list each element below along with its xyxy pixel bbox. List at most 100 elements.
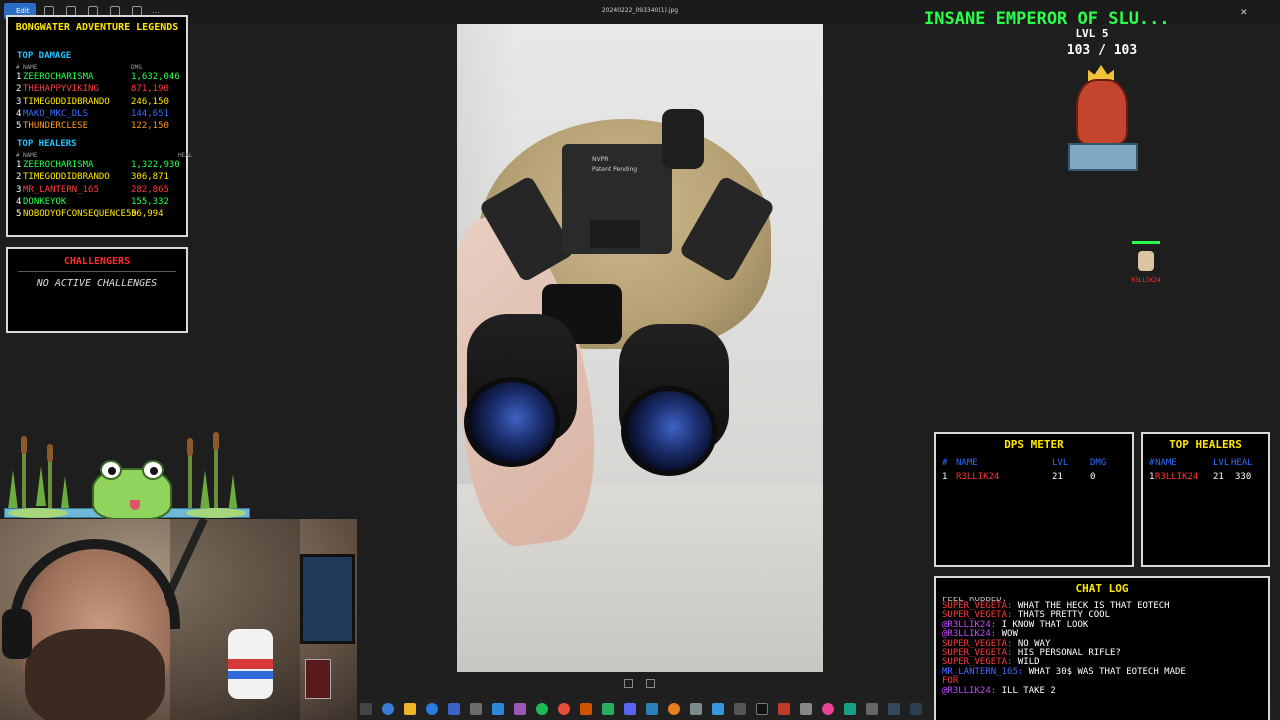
damage-row: 3 TIMEGODDIDBRANDO 246,150 — [16, 97, 256, 107]
damage-rank: 4 — [16, 108, 22, 119]
healers-col-name: NAME — [1155, 458, 1177, 468]
damage-value: 246,150 — [131, 96, 169, 107]
goggle-sensor — [662, 109, 704, 169]
frog-pond-overlay — [0, 430, 252, 520]
healers-rank: 3 — [16, 184, 22, 195]
app-icon[interactable] — [646, 703, 658, 715]
folder-icon[interactable] — [404, 703, 416, 715]
fit-icon[interactable] — [624, 679, 633, 688]
chat-title: CHAT LOG — [1075, 582, 1129, 595]
app-icon[interactable] — [558, 703, 570, 715]
mail-icon[interactable] — [492, 703, 504, 715]
music-icon[interactable] — [536, 703, 548, 715]
damage-row: 1 ZEEROCHARISMA 1,632,046 — [16, 72, 256, 82]
app-icon[interactable] — [822, 703, 834, 715]
healers-col-name: NAME — [23, 152, 38, 159]
app-icon[interactable] — [602, 703, 614, 715]
healers-col-rank: # — [16, 152, 20, 159]
damage-value: 122,150 — [131, 121, 169, 132]
damage-name: THEHAPPYVIKING — [23, 84, 99, 95]
streamer-beard — [25, 629, 165, 720]
obs-icon[interactable] — [756, 703, 768, 715]
damage-name: ZEEROCHARISMA — [23, 72, 94, 82]
dps-col-name: NAME — [956, 458, 978, 468]
healers-value: 155,332 — [131, 196, 169, 207]
toy-stripe — [228, 671, 273, 679]
chat-username: @R3LLIK24: — [942, 685, 997, 696]
grass — [36, 466, 46, 506]
chrome-icon[interactable] — [668, 703, 680, 715]
app-icon[interactable] — [690, 703, 702, 715]
mount-label — [590, 220, 640, 248]
top-healers-heading: TOP HEALERS — [17, 139, 77, 149]
app-icon[interactable] — [470, 703, 482, 715]
screen: Edit … 20240222_093340(1).jpg NVPR Paten… — [0, 0, 1280, 720]
healers-row: 1 ZEEROCHARISMA 1,322,930 — [16, 160, 256, 170]
damage-value: 871,190 — [131, 84, 169, 95]
dps-col-dmg: DMG — [1090, 458, 1107, 468]
healers-value: 56,994 — [131, 209, 164, 220]
damage-rank: 2 — [16, 84, 22, 95]
app-icon[interactable] — [514, 703, 526, 715]
player-sprite-icon — [1138, 251, 1154, 271]
chat-message: @R3LLIK24: ILL TAKE 2 — [942, 685, 1264, 696]
lily-pad — [186, 508, 246, 518]
divider — [18, 271, 176, 272]
healers-value: 306,871 — [131, 172, 169, 183]
dps-meter-panel: DPS METER # NAME LVL DMG 1 R3LLIK24 21 0 — [934, 432, 1134, 567]
app-icon[interactable] — [888, 703, 900, 715]
cattail — [21, 436, 27, 454]
app-icon[interactable] — [712, 703, 724, 715]
chat-log-panel: CHAT LOG FEEL ROBBED. SUPER_VEGETA: WHAT… — [934, 576, 1270, 720]
dps-row-rank: 1 — [942, 472, 948, 482]
challengers-title: CHALLENGERS — [63, 256, 131, 267]
damage-col-value: DMG — [131, 64, 142, 71]
app-icon[interactable] — [448, 703, 460, 715]
no-challenges-message: NO ACTIVE CHALLENGES — [36, 278, 158, 289]
cattail — [187, 438, 193, 456]
healers-name: DONKEYOK — [23, 196, 67, 207]
goggle-mount: NVPR Patent Pending — [562, 144, 672, 254]
close-icon[interactable]: ✕ — [1240, 8, 1248, 18]
app-icon[interactable] — [800, 703, 812, 715]
leaderboard-title: BONGWATER ADVENTURE LEGENDS — [15, 22, 179, 33]
edge-icon[interactable] — [382, 703, 394, 715]
dps-col-lvl: LVL — [1052, 458, 1069, 468]
healers-row-rank: 1 — [1149, 472, 1155, 482]
frog-eye — [100, 460, 122, 480]
app-icon[interactable] — [844, 703, 856, 715]
healers-row-lvl: 21 — [1213, 472, 1224, 482]
frog-icon — [92, 460, 172, 520]
damage-rank: 5 — [16, 121, 22, 132]
fullscreen-icon[interactable] — [646, 679, 655, 688]
webcam-monitor — [300, 554, 355, 644]
healers-col-heal: HEAL — [1231, 458, 1253, 468]
damage-value: 1,632,046 — [131, 72, 180, 82]
start-icon[interactable] — [360, 703, 372, 715]
player-character: R3LLIK24 — [1132, 241, 1160, 287]
healers-col-value: HEAL — [178, 152, 193, 159]
lily-pad — [8, 508, 68, 518]
damage-name: TIMEGODDIDBRANDO — [23, 96, 110, 107]
healers-row-name: R3LLIK24 — [1155, 472, 1199, 482]
photo-night-vision-goggles: NVPR Patent Pending — [457, 24, 823, 672]
lens-right — [621, 386, 717, 476]
cattail — [213, 432, 219, 450]
leaderboard-panel: BONGWATER ADVENTURE LEGENDS TOP DAMAGE #… — [6, 15, 192, 237]
boss-sprite-icon — [1066, 65, 1140, 175]
dps-row-lvl: 21 — [1052, 472, 1063, 482]
app-icon[interactable] — [910, 703, 922, 715]
healers-value: 1,322,930 — [131, 160, 180, 170]
healers-row: 4 DONKEYOK 155,332 — [16, 197, 256, 207]
chat-text: ILL TAKE 2 — [1001, 685, 1056, 696]
webcam-feed — [0, 519, 357, 720]
app-icon[interactable] — [580, 703, 592, 715]
boss-body — [1076, 79, 1128, 145]
app-icon[interactable] — [734, 703, 746, 715]
healers-rank: 5 — [16, 209, 22, 220]
healers-title: TOP HEALERS — [1169, 438, 1242, 451]
chat-app-icon[interactable] — [624, 703, 636, 715]
app-icon[interactable] — [866, 703, 878, 715]
app-icon[interactable] — [778, 703, 790, 715]
browser-icon[interactable] — [426, 703, 438, 715]
